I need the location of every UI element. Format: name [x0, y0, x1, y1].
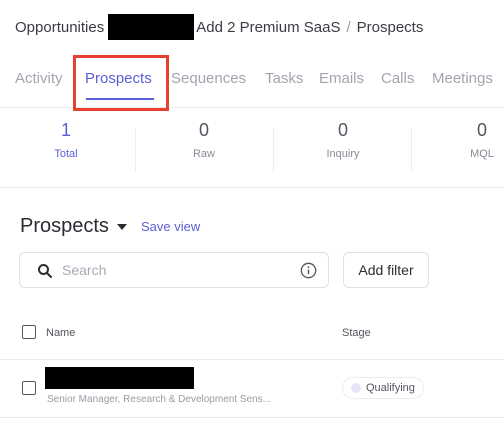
stat-mql[interactable]: 0 MQL	[416, 112, 504, 188]
add-filter-button[interactable]: Add filter	[343, 252, 429, 288]
stat-mql-label: MQL	[470, 148, 494, 160]
breadcrumb: Opportunities Add 2 Premium SaaS / Prosp…	[15, 14, 424, 40]
redacted-company	[108, 14, 195, 40]
stat-total[interactable]: 1 Total	[0, 112, 132, 188]
stat-divider	[411, 128, 412, 172]
stage-label: Qualifying	[366, 382, 415, 394]
tab-bar: Activity Prospects Sequences Tasks Email…	[0, 60, 504, 108]
stat-raw-label: Raw	[192, 148, 215, 160]
row-checkbox[interactable]	[22, 381, 36, 395]
stat-mql-value: 0	[476, 120, 487, 140]
tab-emails[interactable]: Emails	[319, 70, 364, 87]
active-tab-indicator	[86, 98, 154, 100]
prospect-title: Senior Manager, Research & Development S…	[47, 394, 272, 405]
tab-activity[interactable]: Activity	[15, 70, 63, 87]
breadcrumb-deal[interactable]: Add 2 Premium SaaS	[196, 19, 340, 36]
tab-prospects[interactable]: Prospects	[85, 70, 152, 87]
tab-meetings[interactable]: Meetings	[432, 70, 493, 87]
list-header: Prospects	[20, 215, 127, 238]
select-all-checkbox[interactable]	[22, 325, 36, 339]
stage-dot-icon	[351, 383, 361, 393]
stat-inquiry-label: Inquiry	[326, 148, 360, 160]
breadcrumb-opportunities[interactable]: Opportunities	[15, 19, 104, 36]
column-header-stage[interactable]: Stage	[342, 327, 371, 339]
tab-tasks[interactable]: Tasks	[265, 70, 303, 87]
tab-calls[interactable]: Calls	[381, 70, 414, 87]
search-input[interactable]	[62, 253, 302, 287]
breadcrumb-separator: /	[346, 18, 351, 36]
info-icon[interactable]	[300, 262, 317, 279]
stage-stats: 1 Total 0 Raw 0 Inquiry 0 MQL	[0, 112, 504, 188]
stat-inquiry-value: 0	[337, 120, 348, 140]
tab-sequences[interactable]: Sequences	[171, 70, 246, 87]
list-title: Prospects	[20, 215, 109, 237]
table-row[interactable]: Senior Manager, Research & Development S…	[0, 360, 504, 418]
stat-inquiry[interactable]: 0 Inquiry	[277, 112, 409, 188]
stat-total-value: 1	[60, 120, 71, 140]
stat-divider	[135, 128, 136, 172]
stat-raw-value: 0	[198, 120, 209, 140]
stat-total-label: Total	[54, 148, 78, 160]
table-header: Name Stage	[0, 314, 504, 360]
column-header-name[interactable]: Name	[46, 327, 75, 339]
stat-raw[interactable]: 0 Raw	[138, 112, 270, 188]
stage-badge[interactable]: Qualifying	[342, 377, 424, 399]
breadcrumb-current: Prospects	[356, 18, 424, 36]
search-box	[19, 252, 329, 288]
redacted-prospect-name	[45, 367, 194, 389]
search-icon	[38, 264, 52, 278]
chevron-down-icon[interactable]	[116, 223, 127, 230]
stat-divider	[273, 128, 274, 172]
save-view-link[interactable]: Save view	[141, 219, 200, 234]
